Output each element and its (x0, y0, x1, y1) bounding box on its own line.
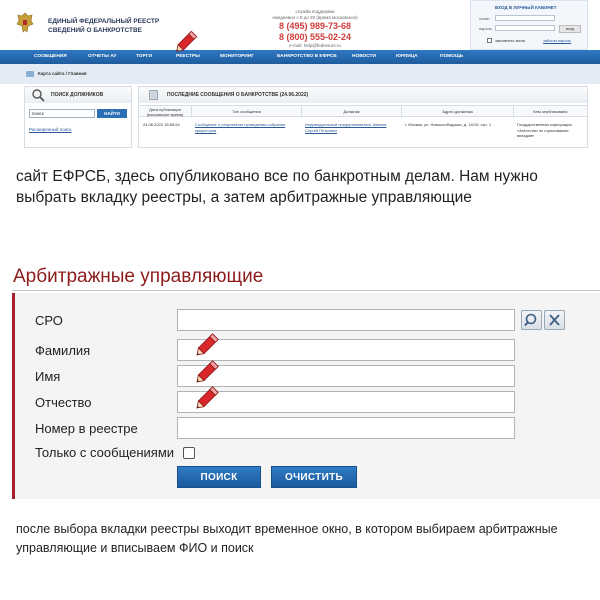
latest-messages-panel: ПОСЛЕДНИЕ СООБЩЕНИЯ О БАНКРОТСТВЕ (24.06… (138, 86, 588, 148)
nav-item-news[interactable]: Новости (352, 50, 376, 64)
debtor-search-button[interactable]: НАЙТИ (97, 109, 127, 118)
breadcrumb-text[interactable]: Карта сайта / Главная (38, 71, 87, 76)
search-icon (524, 313, 537, 327)
nav-item-help[interactable]: Помощь (440, 50, 463, 64)
support-contacts: служба поддержки ежедневно с 8 до 20 (вр… (250, 9, 380, 49)
arbitration-managers-form-screenshot: Арбитражные управляющие СРО Фамилия Имя … (0, 256, 600, 506)
field-label-surname: Фамилия (35, 343, 91, 358)
debtor-search-panel: ПОИСК ДОЛЖНИКОВ поиск НАЙТИ Расширенный … (24, 86, 132, 148)
support-email[interactable]: e-mail: help@fedresurs.ru (250, 43, 380, 49)
row-date: 24.06.2022 15:55:54 (143, 122, 180, 127)
debtor-search-header: ПОИСК ДОЛЖНИКОВ (25, 87, 131, 103)
support-phone-2: 8 (800) 555-02-24 (278, 32, 352, 42)
password-input[interactable] (495, 25, 555, 31)
field-label-sro: СРО (35, 313, 63, 328)
site-title[interactable]: ЕДИНЫЙ ФЕДЕРАЛЬНЫЙ РЕЕСТР СВЕДЕНИЙ О БАН… (48, 17, 159, 35)
pencil-icon (176, 30, 198, 52)
extended-search-link[interactable]: Расширенный поиск (29, 127, 71, 132)
site-title-line2: СВЕДЕНИЙ О БАНКРОТСТВЕ (48, 27, 142, 34)
eagle-emblem-icon (16, 12, 34, 33)
row-type[interactable]: Сообщение о результатах проведения собра… (195, 122, 299, 140)
surname-input[interactable] (177, 339, 515, 361)
login-input[interactable] (495, 15, 555, 21)
messages-table-header: Дата публикации (московское время) Тип с… (139, 105, 587, 118)
nav-item-bankruptcy[interactable]: Банкротство в ЕФРСБ (277, 50, 337, 64)
main-nav: Сообщения Отчеты АУ Торги Реестры Монито… (0, 50, 600, 64)
efrsb-site-screenshot: ЕДИНЫЙ ФЕДЕРАЛЬНЫЙ РЕЕСТР СВЕДЕНИЙ О БАН… (0, 0, 600, 148)
login-label: логин (479, 16, 490, 21)
latest-messages-header: ПОСЛЕДНИЕ СООБЩЕНИЯ О БАНКРОТСТВЕ (24.06… (139, 87, 587, 103)
support-phone-1: 8 (495) 989-73-68 (278, 21, 352, 31)
column-date: Дата публикации (московское время) (146, 107, 184, 117)
document-icon (149, 90, 158, 100)
nav-item-monitoring[interactable]: Мониторинг (220, 50, 254, 64)
latest-messages-title: ПОСЛЕДНИЕ СООБЩЕНИЯ О БАНКРОТСТВЕ (24.06… (167, 92, 309, 98)
search-form-panel: СРО Фамилия Имя Отчество Номер в реестре… (12, 293, 600, 499)
name-input[interactable] (177, 365, 515, 387)
row-address: г. Москва, ул. Новослободская, д. 14/19,… (405, 122, 492, 127)
pencil-icon (196, 386, 219, 409)
nav-item-auctions[interactable]: Торги (136, 50, 152, 64)
column-debtor: Должник (301, 106, 401, 118)
form-title: Арбитражные управляющие (13, 266, 264, 287)
remember-label: запомнить меня (495, 38, 526, 43)
clear-icon (549, 314, 560, 326)
login-button[interactable]: вход (559, 25, 581, 33)
caption-efrsb: сайт ЕФРСБ, здесь опубликовано все по ба… (16, 168, 538, 206)
nav-item-legal[interactable]: Юрлица (396, 50, 418, 64)
sro-search-button[interactable] (521, 310, 542, 330)
field-label-name: Имя (35, 369, 61, 384)
title-divider (12, 290, 600, 291)
breadcrumb: Карта сайта / Главная (0, 64, 600, 84)
site-title-line1: ЕДИНЫЙ ФЕДЕРАЛЬНЫЙ РЕЕСТР (48, 18, 160, 25)
field-label-registry-number: Номер в реестре (35, 421, 138, 436)
patronymic-input[interactable] (177, 391, 515, 413)
remember-checkbox[interactable] (487, 38, 492, 43)
search-button[interactable]: ПОИСК (177, 466, 261, 488)
column-address: Адрес должника (401, 106, 513, 118)
row-debtor[interactable]: Индивидуальный предприниматель Иванов Се… (305, 122, 399, 140)
debtor-search-input[interactable]: поиск (29, 109, 95, 118)
password-label: пароль (479, 26, 493, 31)
nav-item-messages[interactable]: Сообщения (34, 50, 67, 64)
sro-input[interactable] (177, 309, 515, 331)
forgot-password-link[interactable]: забыли пароль (543, 38, 571, 43)
site-header: ЕДИНЫЙ ФЕДЕРАЛЬНЫЙ РЕЕСТР СВЕДЕНИЙ О БАН… (0, 0, 600, 50)
nav-item-reports[interactable]: Отчеты АУ (88, 50, 116, 64)
clear-button[interactable]: ОЧИСТИТЬ (271, 466, 357, 488)
magnifier-icon (32, 89, 45, 102)
debtor-search-title: ПОИСК ДОЛЖНИКОВ (51, 92, 104, 98)
row-publisher: Государственная корпорация «Агентство по… (517, 122, 572, 138)
column-publisher: Кем опубликовано (513, 106, 587, 118)
caption-form: после выбора вкладки реестры выходит вре… (16, 522, 558, 555)
only-messages-label: Только с сообщениями (35, 445, 175, 460)
home-icon[interactable] (26, 71, 34, 77)
field-label-patronymic: Отчество (35, 395, 92, 410)
sro-clear-button[interactable] (544, 310, 565, 330)
column-type: Тип сообщения (191, 106, 301, 118)
login-title: ВХОД В ЛИЧНЫЙ КАБИНЕТ (495, 5, 557, 10)
login-box: ВХОД В ЛИЧНЫЙ КАБИНЕТ логин пароль вход … (470, 0, 588, 50)
only-messages-checkbox[interactable] (183, 447, 195, 459)
registry-number-input[interactable] (177, 417, 515, 439)
